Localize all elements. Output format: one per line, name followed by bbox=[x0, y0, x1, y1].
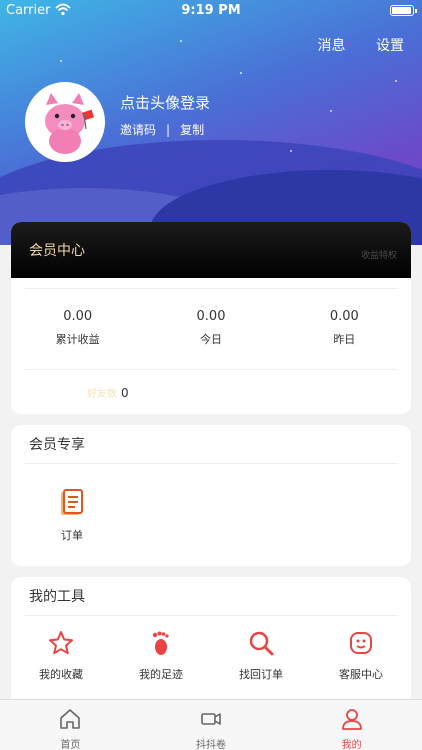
stats-row: 0.00 累计收益 0.00 今日 0.00 昨日 bbox=[11, 289, 411, 369]
copy-button[interactable]: 复制 bbox=[180, 123, 204, 137]
settings-link[interactable]: 设置 bbox=[376, 38, 404, 54]
footprint-button[interactable]: 我的足迹 bbox=[111, 630, 211, 682]
messages-link[interactable]: 消息 bbox=[318, 38, 346, 54]
tab-label: 抖抖卷 bbox=[196, 740, 226, 750]
friends-count: 0 bbox=[121, 386, 129, 400]
friends-count-row[interactable]: 好友数 0 bbox=[87, 385, 129, 400]
stat-value: 0.00 bbox=[329, 309, 359, 324]
video-icon bbox=[201, 713, 221, 725]
user-icon bbox=[341, 709, 362, 730]
stat-label: 今日 bbox=[199, 333, 222, 346]
tab-bar: 首页 抖抖卷 我的 bbox=[0, 699, 422, 750]
tab-home[interactable]: 首页 bbox=[0, 700, 141, 750]
login-prompt[interactable]: 点击头像登录 bbox=[120, 92, 210, 113]
favorites-button[interactable]: 我的收藏 bbox=[11, 630, 111, 682]
tab-label: 首页 bbox=[60, 740, 81, 750]
vip-title: 会员专享 bbox=[29, 437, 85, 453]
stat-today[interactable]: 0.00 今日 bbox=[144, 309, 277, 369]
stat-label: 累计收益 bbox=[55, 333, 100, 346]
invite-code-label: 邀请码 bbox=[120, 123, 157, 137]
tool-label: 客服中心 bbox=[339, 668, 383, 681]
service-icon bbox=[350, 632, 372, 654]
pig-avatar-icon bbox=[28, 85, 102, 159]
service-center-button[interactable]: 客服中心 bbox=[311, 630, 411, 682]
decor-star bbox=[290, 150, 292, 152]
invite-row: 邀请码 | 复制 bbox=[120, 121, 204, 138]
stat-total[interactable]: 0.00 累计收益 bbox=[11, 309, 144, 369]
battery-icon bbox=[390, 5, 417, 16]
decor-star bbox=[60, 60, 62, 62]
search-icon bbox=[249, 631, 274, 656]
stat-yesterday[interactable]: 0.00 昨日 bbox=[278, 309, 411, 369]
member-center-card: 会员中心 收益特权 0.00 累计收益 0.00 今日 0.00 昨日 好友数 0 bbox=[11, 222, 411, 414]
tool-label: 找回订单 bbox=[239, 668, 283, 681]
order-icon bbox=[61, 489, 83, 515]
tool-label: 我的收藏 bbox=[39, 668, 83, 681]
tool-label: 我的足迹 bbox=[139, 668, 183, 681]
member-center-ghost-label: 收益特权 bbox=[360, 251, 397, 261]
clock: 9:19 PM bbox=[181, 3, 241, 18]
home-icon bbox=[60, 709, 81, 729]
star-icon bbox=[49, 631, 73, 655]
member-center-title: 会员中心 bbox=[29, 243, 85, 259]
stat-value: 0.00 bbox=[196, 309, 226, 324]
tab-video[interactable]: 抖抖卷 bbox=[141, 700, 282, 750]
divider bbox=[25, 369, 397, 370]
stat-value: 0.00 bbox=[63, 309, 93, 324]
tools-title: 我的工具 bbox=[29, 589, 85, 605]
tab-mine[interactable]: 我的 bbox=[281, 700, 422, 750]
decor-star bbox=[240, 72, 242, 74]
decor-star bbox=[395, 80, 397, 82]
tools-grid: 我的收藏 我的足迹 找回订单 客服中心 bbox=[11, 616, 411, 682]
stat-label: 昨日 bbox=[333, 333, 356, 346]
order-label: 订单 bbox=[61, 529, 83, 542]
tab-label: 我的 bbox=[341, 740, 362, 750]
divider bbox=[25, 463, 397, 464]
member-center-header: 会员中心 收益特权 bbox=[11, 222, 411, 278]
decor-star bbox=[180, 40, 182, 42]
recover-order-button[interactable]: 找回订单 bbox=[211, 630, 311, 682]
avatar[interactable] bbox=[25, 82, 105, 162]
header-links: 消息 设置 bbox=[292, 35, 404, 55]
decor-star bbox=[330, 110, 332, 112]
vip-card: 会员专享 订单 bbox=[11, 425, 411, 566]
footprint-icon bbox=[152, 631, 169, 655]
separator: | bbox=[166, 123, 171, 137]
friends-label: 好友数 bbox=[87, 389, 117, 400]
status-bar: Carrier 9:19 PM bbox=[0, 0, 422, 22]
order-button[interactable]: 订单 bbox=[47, 489, 97, 543]
